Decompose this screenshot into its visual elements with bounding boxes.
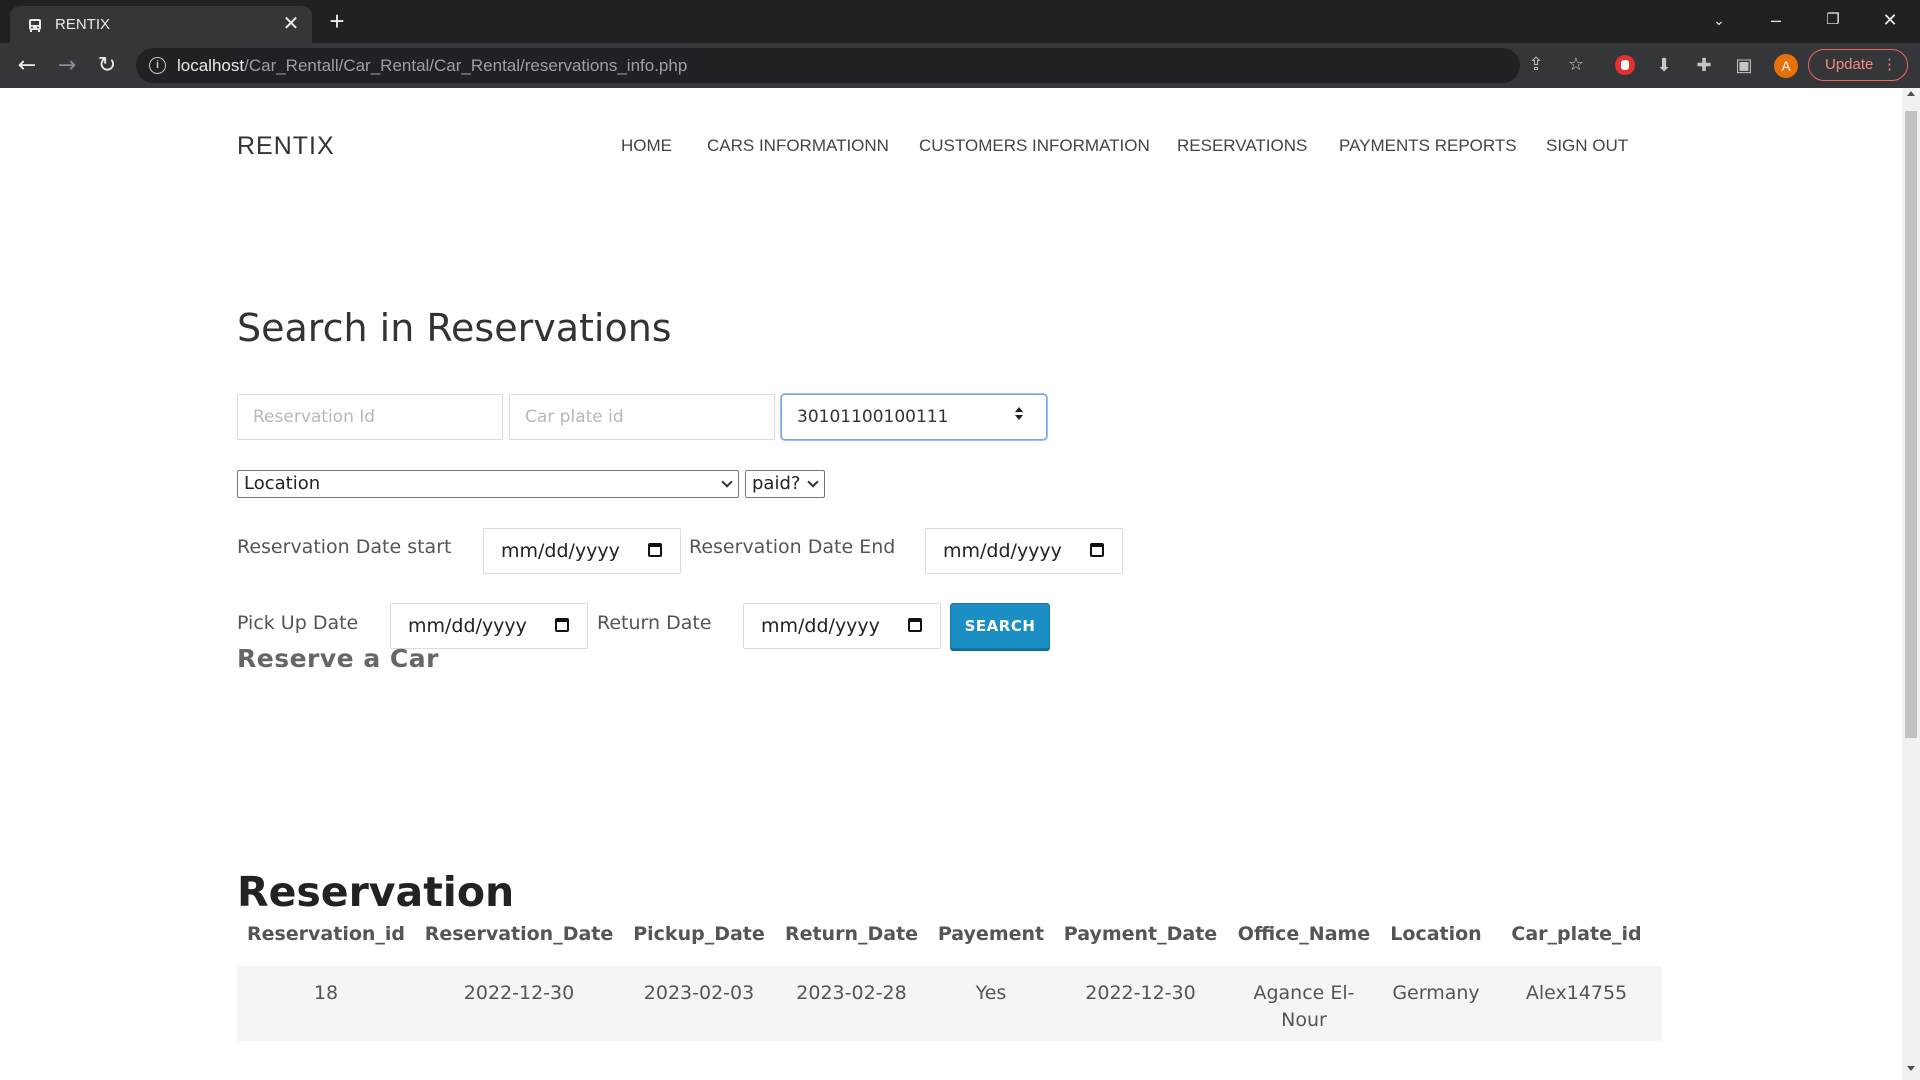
url-text[interactable]: localhost/Car_Rentall/Car_Rental/Car_Ren… [177, 56, 687, 76]
column-header: Pickup_Date [633, 923, 765, 945]
car-plate-id-input[interactable] [509, 394, 775, 440]
close-window-icon[interactable]: ✕ [1870, 5, 1910, 35]
table-cell: Yes [975, 982, 1007, 1004]
calendar-icon[interactable] [908, 618, 922, 632]
nav-home[interactable]: HOME [621, 136, 672, 156]
column-header: Car_plate_id [1511, 923, 1642, 945]
page-viewport: RENTIX HOME CARS INFORMATIONN CUSTOMERS … [0, 88, 1902, 1080]
reservation-date-end-input[interactable]: mm/dd/yyyy [925, 528, 1123, 574]
browser-tab-strip: RENTIX ✕ + ⌄ – ❐ ✕ [0, 0, 1920, 43]
close-tab-icon[interactable]: ✕ [281, 14, 301, 34]
side-panel-icon[interactable]: ▣ [1732, 54, 1756, 78]
site-brand-logo[interactable]: RENTIX [237, 132, 335, 161]
reservation-date-end-label: Reservation Date End [689, 536, 896, 558]
table-cell: Germany [1392, 982, 1480, 1004]
column-header: Return_Date [784, 923, 919, 945]
chevron-down-icon [807, 476, 819, 488]
bookmark-star-icon[interactable]: ☆ [1564, 53, 1588, 77]
table-cell: 2023-02-03 [643, 982, 755, 1004]
pick-up-date-input[interactable]: mm/dd/yyyy [390, 603, 588, 649]
return-date-label: Return Date [597, 612, 712, 634]
more-menu-icon[interactable]: ⋮ [1882, 50, 1897, 80]
reservation-table-title: Reservation [237, 868, 515, 916]
back-icon[interactable]: ← [12, 51, 42, 81]
location-select-value: Location [244, 473, 321, 494]
column-header: Payment_Date [1063, 923, 1218, 945]
date-placeholder: mm/dd/yyyy [408, 615, 527, 637]
share-icon[interactable]: ⇪ [1524, 53, 1548, 77]
calendar-icon[interactable] [555, 618, 569, 632]
location-select[interactable]: Location [237, 470, 739, 498]
reload-icon[interactable]: ↻ [92, 51, 122, 81]
column-header: Location [1390, 923, 1482, 945]
reservation-id-input[interactable] [237, 394, 503, 440]
column-header: Payement [937, 923, 1045, 945]
minimize-icon[interactable]: – [1756, 5, 1796, 35]
nav-cars-information[interactable]: CARS INFORMATIONN [707, 136, 889, 156]
table-cell: 2023-02-28 [796, 982, 907, 1004]
number-spinner-icon[interactable] [1014, 406, 1024, 422]
reservation-date-start-input[interactable]: mm/dd/yyyy [483, 528, 681, 574]
table-cell: 18 [313, 982, 339, 1004]
calendar-icon[interactable] [1090, 543, 1104, 557]
column-header: Reservation_id [246, 923, 406, 945]
paid-select-value: paid? [752, 473, 801, 494]
forward-icon[interactable]: → [52, 51, 82, 81]
browser-tab[interactable]: RENTIX ✕ [10, 6, 312, 43]
date-placeholder: mm/dd/yyyy [943, 540, 1062, 562]
scroll-down-arrow-icon[interactable] [1907, 1066, 1915, 1071]
car-icon [29, 19, 41, 32]
restore-icon[interactable]: ❐ [1813, 5, 1853, 35]
scrollbar-thumb[interactable] [1905, 111, 1917, 738]
table-cell: Alex14755 [1525, 982, 1628, 1004]
column-header: Reservation_Date [424, 923, 614, 945]
reservation-date-start-label: Reservation Date start [237, 536, 452, 558]
extensions-puzzle-icon[interactable]: ✚ [1692, 54, 1716, 78]
search-button[interactable]: SEARCH [950, 603, 1050, 649]
update-button[interactable]: Update ⋮ [1808, 49, 1908, 81]
calendar-icon[interactable] [648, 543, 662, 557]
paid-select[interactable]: paid? [745, 470, 825, 498]
address-bar[interactable]: i localhost/Car_Rentall/Car_Rental/Car_R… [136, 48, 1584, 83]
nav-customers-information[interactable]: CUSTOMERS INFORMATION [919, 136, 1150, 156]
table-cell: 2022-12-30 [1085, 982, 1196, 1004]
page-scrollbar[interactable] [1902, 88, 1920, 1080]
date-placeholder: mm/dd/yyyy [761, 615, 880, 637]
nav-sign-out[interactable]: SIGN OUT [1546, 136, 1628, 156]
table-cell: Agance El-Nour [1253, 982, 1355, 1031]
pick-up-date-label: Pick Up Date [237, 612, 359, 634]
download-extension-icon[interactable]: ⬇ [1652, 54, 1676, 78]
scroll-up-arrow-icon[interactable] [1907, 91, 1915, 96]
tab-search-chevron-icon[interactable]: ⌄ [1699, 5, 1739, 35]
table-cell: 2022-12-30 [463, 982, 575, 1004]
reserve-car-heading: Reserve a Car [237, 644, 439, 673]
new-tab-icon[interactable]: + [325, 8, 349, 34]
customer-id-input[interactable] [781, 394, 1047, 440]
browser-toolbar: ← → ↻ i localhost/Car_Rentall/Car_Rental… [0, 43, 1920, 88]
chevron-down-icon [721, 476, 733, 488]
nav-reservations[interactable]: RESERVATIONS [1177, 136, 1307, 156]
date-placeholder: mm/dd/yyyy [501, 540, 620, 562]
nav-payments-reports[interactable]: PAYMENTS REPORTS [1339, 136, 1517, 156]
extension-adblock-icon[interactable] [1613, 54, 1637, 78]
tab-title: RENTIX [55, 16, 111, 33]
search-page-title: Search in Reservations [237, 306, 672, 350]
column-header: Office_Name [1237, 923, 1371, 945]
profile-avatar[interactable]: A [1774, 54, 1798, 78]
site-info-icon[interactable]: i [149, 57, 166, 74]
return-date-input[interactable]: mm/dd/yyyy [743, 603, 941, 649]
